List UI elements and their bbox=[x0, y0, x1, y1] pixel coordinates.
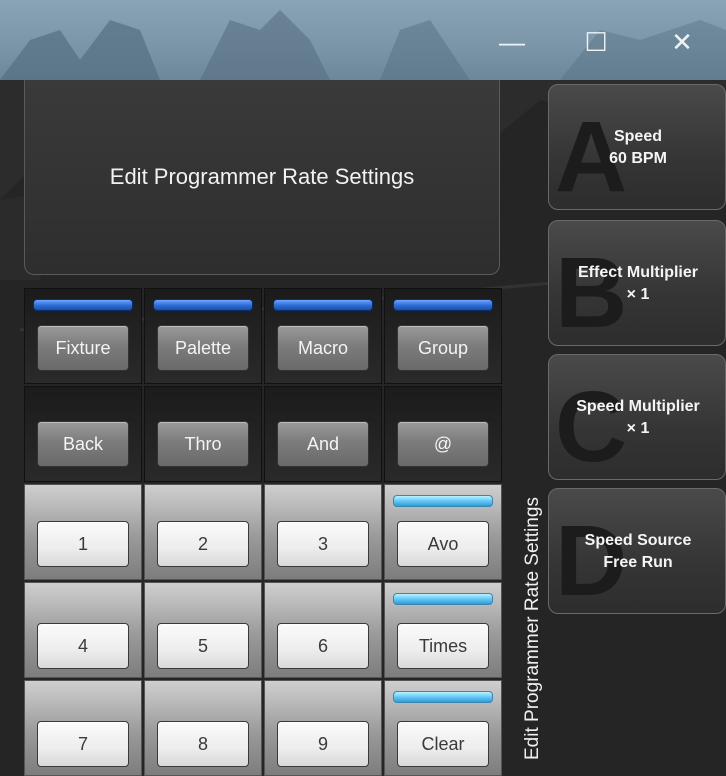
keypad-cell-5: 5 bbox=[144, 582, 262, 678]
keypad-cell-at: @ bbox=[384, 386, 502, 482]
digit-9-button[interactable]: 9 bbox=[277, 721, 369, 767]
avo-button[interactable]: Avo bbox=[397, 521, 489, 567]
close-icon[interactable]: ✕ bbox=[664, 24, 700, 60]
softkey-speed-multiplier[interactable]: C Speed Multiplier × 1 bbox=[548, 354, 726, 480]
softkey-label: Speed Source bbox=[584, 532, 692, 549]
palette-button[interactable]: Palette bbox=[157, 325, 249, 371]
keypad-cell-group: Group bbox=[384, 288, 502, 384]
macro-button[interactable]: Macro bbox=[277, 325, 369, 371]
softkey-label: Speed Multiplier bbox=[576, 398, 700, 415]
digit-6-button[interactable]: 6 bbox=[277, 623, 369, 669]
maximize-icon[interactable]: ☐ bbox=[578, 24, 614, 60]
softkey-value: 60 BPM bbox=[609, 150, 667, 167]
status-led bbox=[393, 495, 493, 507]
header-panel: Edit Programmer Rate Settings bbox=[24, 80, 500, 275]
keypad-cell-2: 2 bbox=[144, 484, 262, 580]
at-button[interactable]: @ bbox=[397, 421, 489, 467]
keypad-cell-4: 4 bbox=[24, 582, 142, 678]
digit-1-button[interactable]: 1 bbox=[37, 521, 129, 567]
keypad-cell-avo: Avo bbox=[384, 484, 502, 580]
softkey-value: × 1 bbox=[626, 420, 650, 437]
group-button[interactable]: Group bbox=[397, 325, 489, 371]
keypad-cell-thro: Thro bbox=[144, 386, 262, 482]
softkey-value: Free Run bbox=[603, 554, 673, 571]
minimize-icon[interactable]: — bbox=[494, 24, 530, 60]
keypad-cell-1: 1 bbox=[24, 484, 142, 580]
softkey-value: × 1 bbox=[626, 286, 650, 303]
status-led bbox=[273, 299, 373, 311]
digit-4-button[interactable]: 4 bbox=[37, 623, 129, 669]
keypad-cell-and: And bbox=[264, 386, 382, 482]
keypad-cell-3: 3 bbox=[264, 484, 382, 580]
main-area: Edit Programmer Rate Settings Fixture Pa… bbox=[0, 80, 726, 776]
page-title: Edit Programmer Rate Settings bbox=[109, 164, 415, 189]
keypad: Fixture Palette Macro Group Back Thro An… bbox=[24, 288, 502, 776]
keypad-cell-macro: Macro bbox=[264, 288, 382, 384]
title-bar: — ☐ ✕ bbox=[0, 0, 726, 80]
digit-8-button[interactable]: 8 bbox=[157, 721, 249, 767]
keypad-cell-palette: Palette bbox=[144, 288, 262, 384]
keypad-cell-9: 9 bbox=[264, 680, 382, 776]
digit-7-button[interactable]: 7 bbox=[37, 721, 129, 767]
softkey-label: Effect Multiplier bbox=[577, 264, 698, 281]
thro-button[interactable]: Thro bbox=[157, 421, 249, 467]
keypad-cell-8: 8 bbox=[144, 680, 262, 776]
keypad-cell-back: Back bbox=[24, 386, 142, 482]
digit-5-button[interactable]: 5 bbox=[157, 623, 249, 669]
softkey-speed[interactable]: A Speed 60 BPM bbox=[548, 84, 726, 210]
digit-3-button[interactable]: 3 bbox=[277, 521, 369, 567]
and-button[interactable]: And bbox=[277, 421, 369, 467]
vertical-title: Edit Programmer Rate Settings bbox=[500, 288, 544, 776]
status-led bbox=[393, 299, 493, 311]
status-led bbox=[393, 691, 493, 703]
status-led bbox=[33, 299, 133, 311]
softkey-effect-multiplier[interactable]: B Effect Multiplier × 1 bbox=[548, 220, 726, 346]
titlebar-background-art bbox=[0, 10, 726, 80]
keypad-cell-fixture: Fixture bbox=[24, 288, 142, 384]
clear-button[interactable]: Clear bbox=[397, 721, 489, 767]
softkey-label: Speed bbox=[613, 128, 662, 145]
fixture-button[interactable]: Fixture bbox=[37, 325, 129, 371]
softkey-speed-source[interactable]: D Speed Source Free Run bbox=[548, 488, 726, 614]
digit-2-button[interactable]: 2 bbox=[157, 521, 249, 567]
keypad-cell-times: Times bbox=[384, 582, 502, 678]
status-led bbox=[393, 593, 493, 605]
status-led bbox=[153, 299, 253, 311]
vertical-title-text: Edit Programmer Rate Settings bbox=[522, 497, 543, 760]
back-button[interactable]: Back bbox=[37, 421, 129, 467]
times-button[interactable]: Times bbox=[397, 623, 489, 669]
keypad-cell-clear: Clear bbox=[384, 680, 502, 776]
keypad-cell-6: 6 bbox=[264, 582, 382, 678]
keypad-cell-7: 7 bbox=[24, 680, 142, 776]
